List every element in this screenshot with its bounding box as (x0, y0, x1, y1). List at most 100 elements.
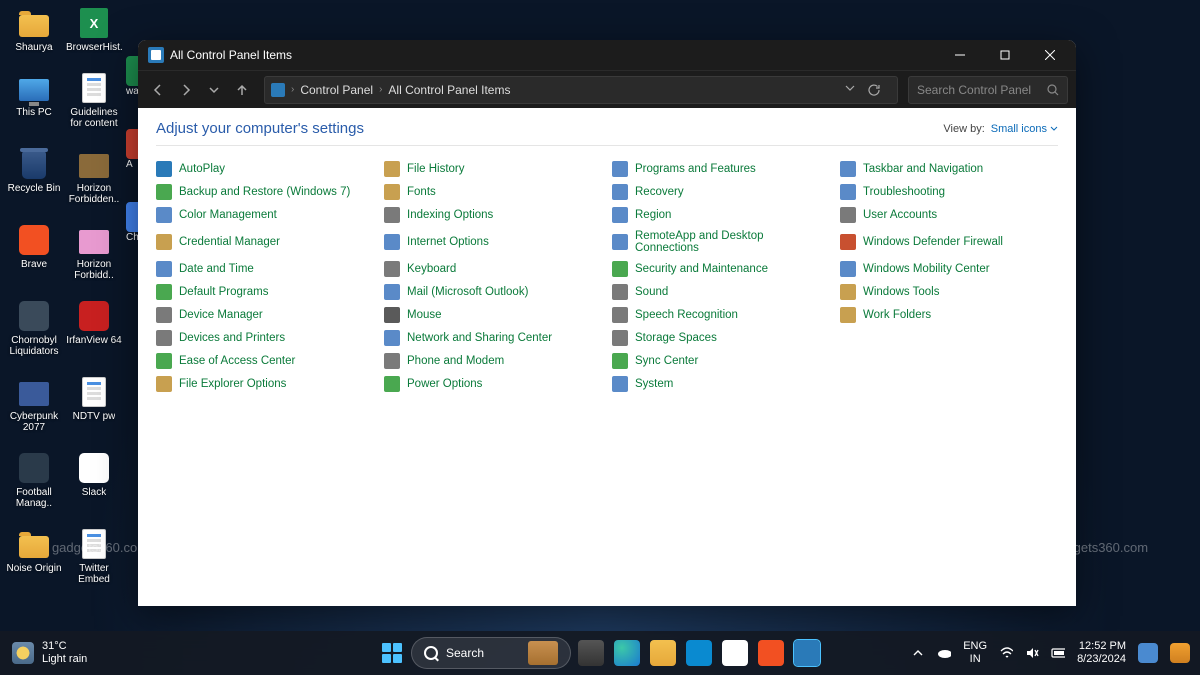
desktop-icon[interactable]: Shaurya (6, 6, 62, 53)
control-panel-icon[interactable] (794, 640, 820, 666)
control-panel-item[interactable]: Sound (612, 283, 830, 301)
control-panel-item[interactable]: File History (384, 160, 602, 178)
desktop-icon[interactable]: Chornobyl Liquidators (6, 299, 62, 357)
back-button[interactable] (146, 78, 170, 102)
maximize-button[interactable] (982, 40, 1027, 70)
control-panel-item[interactable]: Device Manager (156, 306, 374, 324)
control-panel-item[interactable]: Sync Center (612, 352, 830, 370)
desktop-icon[interactable]: This PC (6, 71, 62, 129)
desktop-icon-label: Twitter Embed (66, 563, 122, 585)
close-button[interactable] (1027, 40, 1072, 70)
control-panel-item[interactable]: Mouse (384, 306, 602, 324)
edge-icon[interactable] (614, 640, 640, 666)
desktop-icon[interactable]: Recycle Bin (6, 147, 62, 205)
onedrive-icon[interactable] (937, 646, 951, 660)
control-panel-item[interactable]: Network and Sharing Center (384, 329, 602, 347)
refresh-icon[interactable] (867, 83, 881, 97)
control-panel-item[interactable]: System (612, 375, 830, 393)
game-bar-icon[interactable] (1170, 643, 1190, 663)
control-panel-item[interactable]: Power Options (384, 375, 602, 393)
control-panel-item[interactable]: Date and Time (156, 260, 374, 278)
control-panel-item[interactable]: Ease of Access Center (156, 352, 374, 370)
control-panel-item[interactable]: Backup and Restore (Windows 7) (156, 183, 374, 201)
address-dropdown-icon[interactable] (845, 83, 855, 97)
desktop-icon[interactable]: Cyberpunk 2077 (6, 375, 62, 433)
viewby-dropdown[interactable]: Small icons (991, 123, 1058, 135)
desktop-icon-partial[interactable]: wat (126, 56, 138, 100)
taskbar: 31°C Light rain Search ENG IN 12:52 PM 8… (0, 631, 1200, 675)
address-bar[interactable]: › Control Panel › All Control Panel Item… (264, 76, 898, 104)
control-panel-item[interactable]: Speech Recognition (612, 306, 830, 324)
recent-button[interactable] (202, 78, 226, 102)
control-panel-item[interactable]: Windows Defender Firewall (840, 229, 1058, 255)
desktop-icon-label: Chr (126, 232, 138, 243)
notification-icon[interactable] (1138, 643, 1158, 663)
breadcrumb-item[interactable]: All Control Panel Items (388, 83, 510, 97)
clock[interactable]: 12:52 PM 8/23/2024 (1077, 640, 1126, 666)
control-panel-item[interactable]: Programs and Features (612, 160, 830, 178)
desktop-icon-partial[interactable]: A (126, 129, 138, 173)
brave-icon[interactable] (758, 640, 784, 666)
cp-item-icon (612, 353, 628, 369)
cp-item-label: Speech Recognition (635, 309, 738, 321)
control-panel-item[interactable]: Devices and Printers (156, 329, 374, 347)
desktop-icon[interactable]: NDTV pw (66, 375, 122, 433)
taskbar-search[interactable]: Search (411, 637, 571, 669)
title-bar[interactable]: All Control Panel Items (138, 40, 1076, 70)
language-indicator[interactable]: ENG IN (963, 640, 987, 666)
tray-expand-icon[interactable] (911, 646, 925, 660)
explorer-icon[interactable] (650, 640, 676, 666)
start-button[interactable] (377, 638, 407, 668)
desktop-icon[interactable]: Horizon Forbidd.. (66, 223, 122, 281)
control-panel-item[interactable]: Region (612, 206, 830, 224)
cp-item-icon (156, 330, 172, 346)
control-panel-item[interactable]: Mail (Microsoft Outlook) (384, 283, 602, 301)
control-panel-item[interactable]: AutoPlay (156, 160, 374, 178)
desktop-icon-label: Football Manag.. (6, 487, 62, 509)
control-panel-item[interactable]: User Accounts (840, 206, 1058, 224)
task-view-icon[interactable] (578, 640, 604, 666)
control-panel-item[interactable]: Default Programs (156, 283, 374, 301)
store-icon[interactable] (686, 640, 712, 666)
control-panel-item[interactable]: Recovery (612, 183, 830, 201)
desktop-icon-partial[interactable]: Chr (126, 202, 138, 246)
cp-item-label: Indexing Options (407, 209, 493, 221)
desktop-icon[interactable]: IrfanView 64 (66, 299, 122, 357)
search-input[interactable]: Search Control Panel (908, 76, 1068, 104)
minimize-button[interactable] (937, 40, 982, 70)
control-panel-item[interactable]: Work Folders (840, 306, 1058, 324)
desktop-icon[interactable]: Football Manag.. (6, 451, 62, 509)
desktop-icon[interactable]: Brave (6, 223, 62, 281)
desktop-icon[interactable]: XBrowserHist.. (66, 6, 122, 53)
control-panel-item[interactable]: Troubleshooting (840, 183, 1058, 201)
control-panel-item[interactable]: Windows Mobility Center (840, 260, 1058, 278)
desktop-icon[interactable]: Slack (66, 451, 122, 509)
control-panel-item[interactable]: Keyboard (384, 260, 602, 278)
cp-item-label: Keyboard (407, 263, 456, 275)
desktop-icon[interactable]: Guidelines for content (66, 71, 122, 129)
cp-item-icon (612, 307, 628, 323)
control-panel-item[interactable]: Windows Tools (840, 283, 1058, 301)
breadcrumb-item[interactable]: Control Panel (300, 83, 373, 97)
wifi-icon[interactable] (999, 646, 1013, 660)
battery-icon[interactable] (1051, 646, 1065, 660)
cp-item-label: Internet Options (407, 236, 489, 248)
volume-icon[interactable] (1025, 646, 1039, 660)
control-panel-item[interactable]: Fonts (384, 183, 602, 201)
control-panel-item[interactable]: Color Management (156, 206, 374, 224)
control-panel-item[interactable]: Storage Spaces (612, 329, 830, 347)
control-panel-item[interactable]: Phone and Modem (384, 352, 602, 370)
control-panel-item[interactable]: Taskbar and Navigation (840, 160, 1058, 178)
up-button[interactable] (230, 78, 254, 102)
control-panel-item[interactable]: File Explorer Options (156, 375, 374, 393)
control-panel-item[interactable]: Credential Manager (156, 229, 374, 255)
control-panel-item[interactable]: RemoteApp and Desktop Connections (612, 229, 830, 255)
control-panel-item[interactable]: Security and Maintenance (612, 260, 830, 278)
forward-button[interactable] (174, 78, 198, 102)
control-panel-item[interactable]: Indexing Options (384, 206, 602, 224)
desktop-icon[interactable]: Horizon Forbidden.. (66, 147, 122, 205)
control-panel-item[interactable]: Internet Options (384, 229, 602, 255)
search-accent-icon (528, 641, 558, 665)
copilot-icon[interactable] (722, 640, 748, 666)
weather-widget[interactable]: 31°C Light rain (0, 640, 99, 666)
